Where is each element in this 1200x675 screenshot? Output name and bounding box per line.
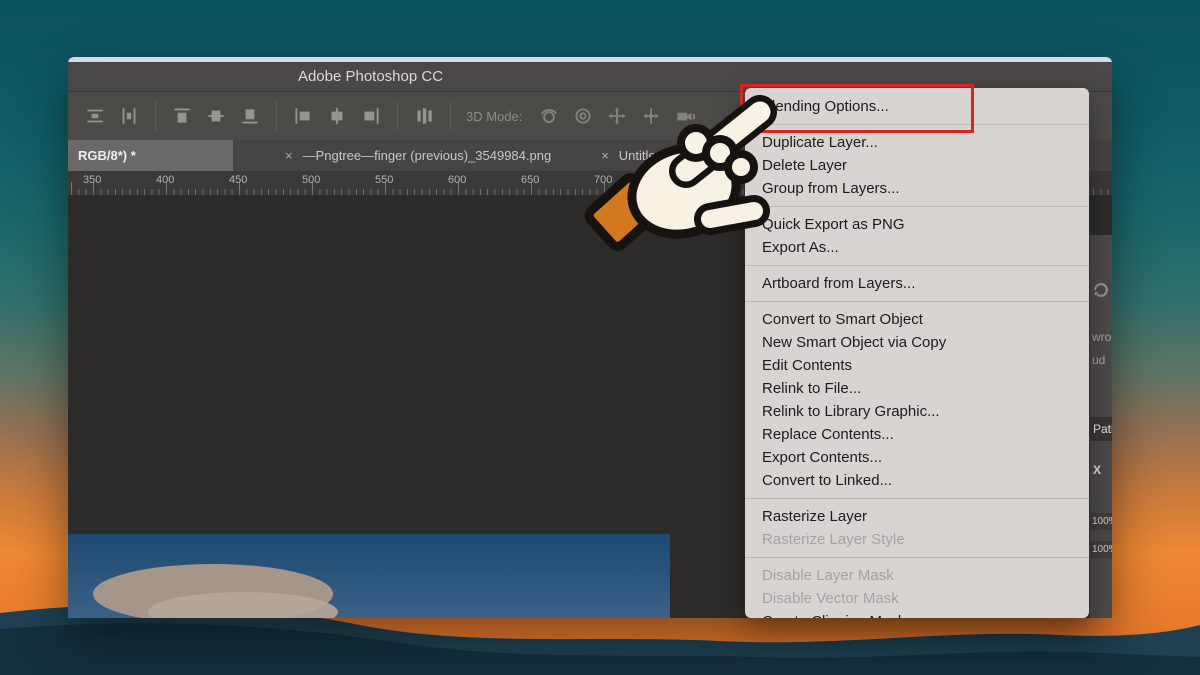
ruler-tick-label: 550 — [375, 174, 393, 186]
close-tab-icon[interactable]: × — [285, 148, 293, 163]
panel-text-fragment: wro — [1090, 330, 1112, 344]
menu-divider — [745, 206, 1089, 207]
menu-item[interactable]: Export As... — [745, 236, 1089, 259]
menu-divider — [745, 498, 1089, 499]
menu-item[interactable]: Group from Layers... — [745, 177, 1089, 200]
blend-mode-fragment: X — [1090, 463, 1112, 477]
align-right-icon[interactable] — [358, 103, 384, 129]
document-photo[interactable] — [68, 534, 670, 618]
fill-value[interactable]: 100% — [1090, 541, 1112, 558]
3d-mode-label: 3D Mode: — [466, 109, 522, 124]
desktop: Adobe Photoshop CC 3D Mode: RGB/8*) * × —… — [0, 0, 1200, 675]
ruler-tick-label: 650 — [521, 174, 539, 186]
menu-item[interactable]: Duplicate Layer... — [745, 131, 1089, 154]
menu-item[interactable]: Export Contents... — [745, 446, 1089, 469]
toolbar-divider — [155, 101, 156, 131]
distribute-columns-icon[interactable] — [411, 103, 437, 129]
align-left-icon[interactable] — [290, 103, 316, 129]
toolbar-divider — [450, 101, 451, 131]
ruler-tick-label: 600 — [448, 174, 466, 186]
toolbar-divider — [276, 101, 277, 131]
menu-item[interactable]: Rasterize Layer — [745, 505, 1089, 528]
toolbar-divider — [397, 101, 398, 131]
menu-item: Disable Layer Mask — [745, 564, 1089, 587]
ruler-tick-label: 350 — [83, 174, 101, 186]
menu-item: Rasterize Layer Style — [745, 528, 1089, 551]
ruler-tick-label: 500 — [302, 174, 320, 186]
align-bottom-icon[interactable] — [237, 103, 263, 129]
window-title: Adobe Photoshop CC — [218, 62, 523, 91]
menu-item[interactable]: Delete Layer — [745, 154, 1089, 177]
tab-label: —Pngtree—finger (previous)_3549984.png — [303, 148, 552, 163]
menu-item[interactable]: Relink to Library Graphic... — [745, 400, 1089, 423]
menu-item: Disable Vector Mask — [745, 587, 1089, 610]
menu-item[interactable]: Relink to File... — [745, 377, 1089, 400]
right-panel-sliver: wro ud Path X 100% 100% — [1089, 235, 1112, 618]
menu-item[interactable]: Quick Export as PNG — [745, 213, 1089, 236]
context-menu: Blending Options...Duplicate Layer...Del… — [745, 88, 1089, 618]
menu-item[interactable]: Convert to Smart Object — [745, 308, 1089, 331]
pointing-hand-icon — [583, 95, 795, 255]
panel-text-fragment: ud — [1090, 353, 1112, 367]
ruler-tick-label: 400 — [156, 174, 174, 186]
menu-item[interactable]: New Smart Object via Copy — [745, 331, 1089, 354]
menu-divider — [745, 301, 1089, 302]
menu-item[interactable]: Create Clipping Mask — [745, 610, 1089, 618]
distribute-horizontal-icon[interactable] — [116, 103, 142, 129]
menu-divider — [745, 265, 1089, 266]
distribute-vertical-icon[interactable] — [82, 103, 108, 129]
document-tab[interactable]: × —Pngtree—finger (previous)_3549984.png — [285, 148, 551, 163]
opacity-value[interactable]: 100% — [1090, 513, 1112, 530]
orbit-3d-icon[interactable] — [536, 103, 562, 129]
cloud-sync-icon[interactable] — [1090, 281, 1112, 304]
tab-active-document[interactable]: RGB/8*) * — [68, 140, 233, 171]
tab-paths[interactable]: Path — [1090, 417, 1112, 441]
menu-item[interactable]: Artboard from Layers... — [745, 272, 1089, 295]
align-top-icon[interactable] — [169, 103, 195, 129]
menu-item[interactable]: Replace Contents... — [745, 423, 1089, 446]
align-middle-icon[interactable] — [203, 103, 229, 129]
menu-item[interactable]: Convert to Linked... — [745, 469, 1089, 492]
align-center-icon[interactable] — [324, 103, 350, 129]
ruler-tick-label: 450 — [229, 174, 247, 186]
menu-item[interactable]: Edit Contents — [745, 354, 1089, 377]
menu-divider — [745, 557, 1089, 558]
